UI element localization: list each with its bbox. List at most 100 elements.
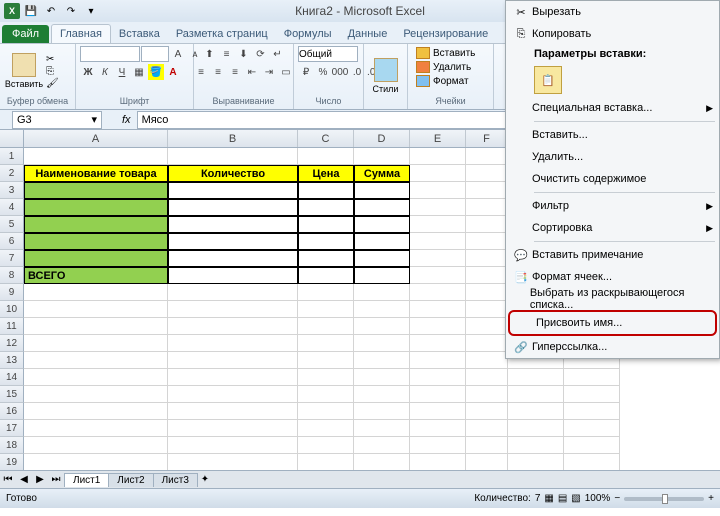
delete-cells-button[interactable]: Удалить [412, 60, 475, 74]
cell[interactable] [508, 454, 564, 470]
view-layout-icon[interactable]: ▤ [558, 493, 567, 504]
cell[interactable] [168, 386, 298, 403]
align-right-icon[interactable]: ≡ [227, 64, 243, 80]
paste-button[interactable]: Вставить [4, 53, 44, 89]
row-header[interactable]: 6 [0, 233, 24, 250]
cell[interactable] [168, 369, 298, 386]
cell[interactable] [298, 403, 354, 420]
align-top-icon[interactable]: ⬆ [202, 46, 218, 62]
sheet-nav-first-icon[interactable]: ⏮ [0, 472, 16, 488]
percent-icon[interactable]: % [315, 64, 331, 80]
cell[interactable] [410, 454, 466, 470]
cell[interactable] [168, 148, 298, 165]
orientation-icon[interactable]: ⟳ [253, 46, 269, 62]
cell[interactable] [354, 454, 410, 470]
qat-dropdown-icon[interactable]: ▾ [82, 2, 100, 20]
cell[interactable] [466, 165, 508, 182]
cell[interactable] [466, 318, 508, 335]
cell[interactable] [410, 386, 466, 403]
cell[interactable] [508, 386, 564, 403]
cell[interactable] [24, 352, 168, 369]
col-header[interactable]: E [410, 130, 466, 147]
ctx-define-name[interactable]: Присвоить имя... [510, 312, 715, 334]
cell[interactable] [466, 216, 508, 233]
grow-font-icon[interactable]: A [170, 46, 186, 62]
cell[interactable] [466, 284, 508, 301]
ctx-sort[interactable]: Сортировка▶ [506, 217, 719, 239]
cell[interactable] [24, 284, 168, 301]
insert-cells-button[interactable]: Вставить [412, 46, 479, 60]
cell[interactable] [410, 216, 466, 233]
cell[interactable] [298, 284, 354, 301]
decrease-indent-icon[interactable]: ⇤ [244, 64, 260, 80]
cell[interactable] [298, 437, 354, 454]
number-format-select[interactable] [298, 46, 358, 62]
cell[interactable] [298, 386, 354, 403]
sheet-nav-next-icon[interactable]: ▶ [32, 472, 48, 488]
cell[interactable] [466, 454, 508, 470]
cell[interactable] [410, 335, 466, 352]
cell[interactable] [168, 216, 298, 233]
fx-icon[interactable]: fx [122, 114, 131, 126]
undo-icon[interactable]: ↶ [42, 2, 60, 20]
cut-icon[interactable]: ✂ [46, 54, 59, 65]
zoom-level[interactable]: 100% [585, 493, 611, 504]
cell[interactable] [298, 420, 354, 437]
row-header[interactable]: 5 [0, 216, 24, 233]
font-select[interactable] [80, 46, 140, 62]
cell[interactable]: Количество [168, 165, 298, 182]
cell[interactable] [410, 165, 466, 182]
row-header[interactable]: 13 [0, 352, 24, 369]
cell[interactable] [410, 148, 466, 165]
cell[interactable] [298, 352, 354, 369]
cell[interactable] [354, 148, 410, 165]
row-header[interactable]: 3 [0, 182, 24, 199]
cell[interactable] [298, 301, 354, 318]
view-pagebreak-icon[interactable]: ▧ [571, 493, 580, 504]
cell[interactable] [410, 403, 466, 420]
cell[interactable] [410, 369, 466, 386]
cell[interactable] [354, 437, 410, 454]
align-bottom-icon[interactable]: ⬇ [236, 46, 252, 62]
row-header[interactable]: 8 [0, 267, 24, 284]
row-header[interactable]: 19 [0, 454, 24, 470]
cell[interactable] [354, 403, 410, 420]
ctx-paste-option[interactable]: 📋 [534, 66, 562, 94]
row-header[interactable]: 14 [0, 369, 24, 386]
name-box[interactable]: G3▾ [12, 111, 102, 129]
cell[interactable] [564, 454, 620, 470]
row-header[interactable]: 18 [0, 437, 24, 454]
cell[interactable] [354, 182, 410, 199]
zoom-slider[interactable] [624, 497, 704, 501]
cell[interactable] [354, 199, 410, 216]
cell[interactable] [354, 352, 410, 369]
view-normal-icon[interactable]: ▦ [544, 493, 553, 504]
copy-icon[interactable]: ⎘ [46, 66, 59, 77]
row-header[interactable]: 4 [0, 199, 24, 216]
row-header[interactable]: 10 [0, 301, 24, 318]
cell[interactable] [168, 437, 298, 454]
cell[interactable] [298, 250, 354, 267]
underline-button[interactable]: Ч [114, 64, 130, 80]
cell[interactable] [168, 284, 298, 301]
font-color-icon[interactable]: A [165, 64, 181, 80]
sheet-tab[interactable]: Лист1 [64, 473, 109, 487]
cell[interactable] [24, 233, 168, 250]
new-sheet-icon[interactable]: ✦ [197, 472, 213, 488]
tab-page-layout[interactable]: Разметка страниц [168, 25, 276, 43]
row-header[interactable]: 1 [0, 148, 24, 165]
border-icon[interactable]: ▦ [131, 64, 147, 80]
styles-button[interactable]: Стили [368, 58, 403, 94]
cell[interactable] [466, 250, 508, 267]
cell[interactable] [298, 182, 354, 199]
cell[interactable] [466, 199, 508, 216]
cell[interactable] [24, 182, 168, 199]
cell[interactable] [354, 284, 410, 301]
cell[interactable] [168, 420, 298, 437]
cell[interactable] [354, 318, 410, 335]
cell[interactable] [24, 301, 168, 318]
bold-button[interactable]: Ж [80, 64, 96, 80]
ctx-filter[interactable]: Фильтр▶ [506, 195, 719, 217]
cell[interactable] [24, 420, 168, 437]
save-icon[interactable]: 💾 [22, 2, 40, 20]
